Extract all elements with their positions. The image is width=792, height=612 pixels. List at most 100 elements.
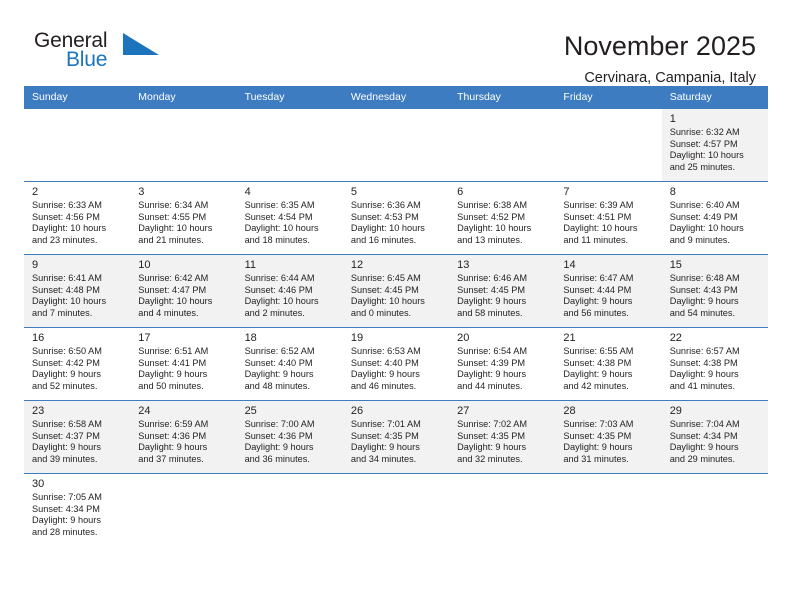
calendar-day-cell[interactable]: 28 Sunrise: 7:03 AM Sunset: 4:35 PM Dayligh…: [555, 400, 662, 474]
daylight-duration-line2: and 18 minutes.: [244, 234, 310, 245]
calendar-week-row: 9 Sunrise: 6:41 AM Sunset: 4:48 PM Daylight…: [24, 254, 768, 328]
day-cell-content: 2 Sunrise: 6:33 AM Sunset: 4:56 PM Daylight…: [24, 182, 130, 254]
calendar-day-cell[interactable]: 7 Sunrise: 6:39 AM Sunset: 4:51 PM Daylight…: [555, 181, 662, 255]
sunrise-time: Sunrise: 7:04 AM: [669, 419, 740, 429]
calendar-day-cell[interactable]: 4 Sunrise: 6:35 AM Sunset: 4:54 PM Daylight…: [236, 181, 343, 255]
day-number: 27: [457, 405, 470, 417]
calendar-day-cell[interactable]: 22 Sunrise: 6:57 AM Sunset: 4:38 PM Dayligh…: [661, 327, 768, 401]
day-number: 28: [563, 405, 576, 417]
sunrise-sunset-calendar: Sunday Monday Tuesday Wednesday Thursday…: [24, 86, 768, 547]
calendar-day-cell[interactable]: 12 Sunrise: 6:45 AM Sunset: 4:45 PM Dayligh…: [342, 254, 450, 328]
daylight-duration-line2: and 37 minutes.: [138, 453, 204, 464]
calendar-day-cell-empty: [342, 108, 450, 182]
day-cell-content: 1 Sunrise: 6:32 AM Sunset: 4:57 PM Daylight…: [661, 109, 768, 181]
sunset-time: Sunset: 4:55 PM: [138, 211, 207, 222]
daylight-duration-line1: Daylight: 10 hours: [669, 150, 744, 161]
calendar-day-cell[interactable]: 5 Sunrise: 6:36 AM Sunset: 4:53 PM Daylight…: [342, 181, 450, 255]
calendar-day-cell[interactable]: 29 Sunrise: 7:04 AM Sunset: 4:34 PM Dayligh…: [661, 400, 768, 474]
day-cell-content: 22 Sunrise: 6:57 AM Sunset: 4:38 PM Dayligh…: [662, 328, 768, 400]
daylight-duration-line1: Daylight: 9 hours: [32, 515, 101, 526]
calendar-day-cell-empty: [130, 108, 237, 182]
sunset-time: Sunset: 4:43 PM: [669, 284, 738, 295]
daylight-duration-line1: Daylight: 10 hours: [138, 223, 213, 234]
calendar-day-cell[interactable]: 8 Sunrise: 6:40 AM Sunset: 4:49 PM Daylight…: [661, 181, 768, 255]
day-cell-content: 7 Sunrise: 6:39 AM Sunset: 4:51 PM Daylight…: [555, 182, 661, 254]
sunrise-time: Sunrise: 6:42 AM: [138, 273, 209, 283]
daylight-duration-line1: Daylight: 9 hours: [138, 442, 208, 453]
calendar-day-cell[interactable]: 16 Sunrise: 6:50 AM Sunset: 4:42 PM Dayligh…: [24, 327, 131, 401]
calendar-day-cell[interactable]: 18 Sunrise: 6:52 AM Sunset: 4:40 PM Dayligh…: [236, 327, 343, 401]
calendar-day-cell-empty: [236, 108, 343, 182]
calendar-day-cell-empty: [236, 473, 343, 547]
calendar-day-cell[interactable]: 13 Sunrise: 6:46 AM Sunset: 4:45 PM Dayligh…: [449, 254, 556, 328]
sunset-time: Sunset: 4:48 PM: [32, 284, 100, 295]
daylight-duration-line2: and 25 minutes.: [669, 161, 736, 172]
calendar-day-cell[interactable]: 6 Sunrise: 6:38 AM Sunset: 4:52 PM Daylight…: [449, 181, 556, 255]
sunrise-time: Sunrise: 6:47 AM: [563, 273, 634, 283]
calendar-day-cell[interactable]: 10 Sunrise: 6:42 AM Sunset: 4:47 PM Dayligh…: [130, 254, 237, 328]
sunset-time: Sunset: 4:40 PM: [244, 357, 313, 368]
calendar-week-row: 16 Sunrise: 6:50 AM Sunset: 4:42 PM Dayligh…: [24, 327, 768, 401]
sunset-time: Sunset: 4:53 PM: [350, 211, 419, 222]
day-cell-content: 23 Sunrise: 6:58 AM Sunset: 4:37 PM Dayligh…: [24, 401, 131, 473]
calendar-day-cell-empty: [661, 473, 768, 547]
calendar-day-cell[interactable]: 3 Sunrise: 6:34 AM Sunset: 4:55 PM Daylight…: [130, 181, 237, 255]
day-cell-content: 29 Sunrise: 7:04 AM Sunset: 4:34 PM Dayligh…: [661, 401, 768, 473]
calendar-day-cell[interactable]: 25 Sunrise: 7:00 AM Sunset: 4:36 PM Dayligh…: [236, 400, 343, 474]
daylight-duration-line2: and 29 minutes.: [669, 453, 736, 464]
day-number: 26: [350, 405, 364, 417]
calendar-day-cell[interactable]: 26 Sunrise: 7:01 AM Sunset: 4:35 PM Dayligh…: [342, 400, 450, 474]
daylight-duration-line1: Daylight: 10 hours: [244, 296, 319, 307]
sunrise-time: Sunrise: 6:44 AM: [244, 273, 315, 283]
calendar-page: General Blue November 2025 Cervinara, Ca…: [0, 0, 792, 612]
calendar-day-cell[interactable]: 20 Sunrise: 6:54 AM Sunset: 4:39 PM Dayligh…: [449, 327, 556, 401]
sunset-time: Sunset: 4:57 PM: [669, 138, 738, 149]
day-cell-content: [342, 109, 450, 181]
daylight-duration-line1: Daylight: 9 hours: [32, 369, 101, 380]
calendar-day-cell-empty: [342, 473, 450, 547]
daylight-duration-line2: and 23 minutes.: [32, 234, 98, 245]
calendar-day-cell[interactable]: 17 Sunrise: 6:51 AM Sunset: 4:41 PM Dayligh…: [130, 327, 237, 401]
general-blue-logo[interactable]: General Blue: [34, 30, 214, 80]
calendar-day-cell[interactable]: 1 Sunrise: 6:32 AM Sunset: 4:57 PM Daylight…: [661, 108, 768, 182]
daylight-duration-line1: Daylight: 9 hours: [350, 369, 420, 380]
day-cell-content: 18 Sunrise: 6:52 AM Sunset: 4:40 PM Dayligh…: [237, 328, 343, 400]
calendar-day-cell[interactable]: 23 Sunrise: 6:58 AM Sunset: 4:37 PM Dayligh…: [24, 400, 131, 474]
calendar-day-cell[interactable]: 30 Sunrise: 7:05 AM Sunset: 4:34 PM Dayligh…: [24, 473, 131, 547]
day-number: 3: [138, 186, 145, 198]
sunset-time: Sunset: 4:36 PM: [244, 430, 313, 441]
daylight-duration-line1: Daylight: 9 hours: [669, 369, 739, 380]
day-number: 11: [244, 259, 256, 271]
day-number: 8: [669, 186, 676, 198]
calendar-day-cell[interactable]: 11 Sunrise: 6:44 AM Sunset: 4:46 PM Dayligh…: [236, 254, 343, 328]
sunrise-time: Sunrise: 6:46 AM: [457, 273, 528, 283]
calendar-day-cell[interactable]: 15 Sunrise: 6:48 AM Sunset: 4:43 PM Dayligh…: [661, 254, 768, 328]
sunrise-time: Sunrise: 7:03 AM: [563, 419, 634, 429]
day-number: 30: [32, 478, 45, 490]
calendar-day-cell[interactable]: 27 Sunrise: 7:02 AM Sunset: 4:35 PM Dayligh…: [449, 400, 556, 474]
weekday-header-friday: Friday: [555, 86, 662, 109]
day-cell-content: 28 Sunrise: 7:03 AM Sunset: 4:35 PM Dayligh…: [555, 401, 662, 473]
day-cell-content: 11 Sunrise: 6:44 AM Sunset: 4:46 PM Dayligh…: [236, 255, 343, 327]
sunrise-time: Sunrise: 6:38 AM: [457, 200, 528, 210]
calendar-day-cell[interactable]: 21 Sunrise: 6:55 AM Sunset: 4:38 PM Dayligh…: [555, 327, 662, 401]
day-cell-content: 6 Sunrise: 6:38 AM Sunset: 4:52 PM Daylight…: [449, 182, 555, 254]
sunrise-time: Sunrise: 7:01 AM: [350, 419, 421, 429]
day-cell-content: 17 Sunrise: 6:51 AM Sunset: 4:41 PM Dayligh…: [130, 328, 236, 400]
calendar-day-cell[interactable]: 24 Sunrise: 6:59 AM Sunset: 4:36 PM Dayligh…: [130, 400, 237, 474]
sunrise-time: Sunrise: 7:02 AM: [457, 419, 528, 429]
weekday-header-tuesday: Tuesday: [236, 86, 343, 109]
title-block: November 2025 Cervinara, Campania, Italy: [564, 30, 756, 88]
calendar-day-cell[interactable]: 2 Sunrise: 6:33 AM Sunset: 4:56 PM Daylight…: [24, 181, 131, 255]
calendar-day-cell[interactable]: 9 Sunrise: 6:41 AM Sunset: 4:48 PM Daylight…: [24, 254, 131, 328]
calendar-day-cell[interactable]: 14 Sunrise: 6:47 AM Sunset: 4:44 PM Dayligh…: [555, 254, 662, 328]
sunrise-time: Sunrise: 6:51 AM: [138, 346, 209, 356]
sunrise-time: Sunrise: 6:39 AM: [563, 200, 634, 210]
day-cell-content: 15 Sunrise: 6:48 AM Sunset: 4:43 PM Dayligh…: [661, 255, 768, 327]
sunrise-time: Sunrise: 6:32 AM: [669, 127, 740, 137]
day-cell-content: [236, 109, 343, 181]
calendar-day-cell[interactable]: 19 Sunrise: 6:53 AM Sunset: 4:40 PM Dayligh…: [342, 327, 450, 401]
calendar-day-cell-empty: [449, 108, 556, 182]
sunrise-time: Sunrise: 6:33 AM: [32, 200, 102, 210]
daylight-duration-line1: Daylight: 10 hours: [138, 296, 213, 307]
